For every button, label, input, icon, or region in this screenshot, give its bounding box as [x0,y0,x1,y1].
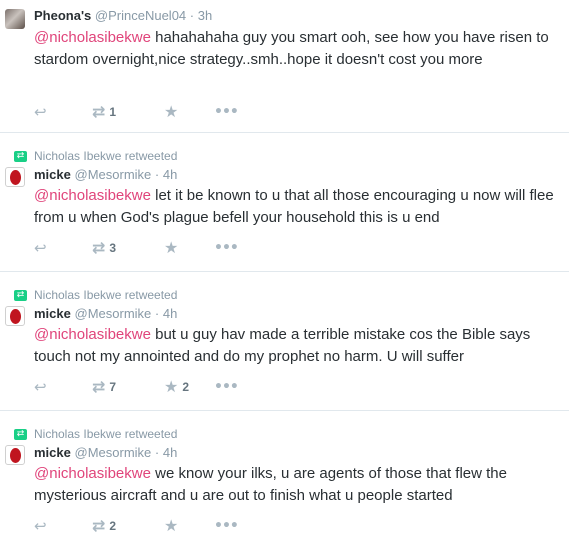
reply-icon: ↩ [34,102,47,121]
mention-link[interactable]: @nicholasibekwe [34,187,151,204]
mention-link[interactable]: @nicholasibekwe [34,29,151,46]
tweet[interactable]: ⇄ Nicholas Ibekwe retweeted micke @Mesor… [0,272,569,411]
tweet-text: @nicholasibekwe we know your ilks, u are… [34,463,559,507]
avatar[interactable] [5,306,25,326]
retweet-icon: ⇄ [92,238,106,257]
mention-link[interactable]: @nicholasibekwe [34,326,151,343]
separator-dot: · [189,8,195,23]
tweet-actions: ↩ ⇄ 7 ★ 2 ••• [34,377,239,396]
tweet-text: @nicholasibekwe but u guy hav made a ter… [34,324,559,368]
retweet-button[interactable]: ⇄ 1 [92,102,164,121]
fullname[interactable]: Pheona's [34,8,91,23]
retweet-icon: ⇄ [92,516,106,535]
tweet-text: @nicholasibekwe let it be known to u tha… [34,185,559,229]
tweet-actions: ↩ ⇄ 2 ★ ••• [34,516,239,535]
fullname[interactable]: micke [34,167,71,182]
more-button[interactable]: ••• [214,517,239,534]
more-button[interactable]: ••• [214,239,239,256]
more-icon: ••• [214,517,239,534]
retweet-button[interactable]: ⇄ 2 [92,516,164,535]
star-icon: ★ [164,238,179,257]
tweet-header: micke @Mesormike · 4h [34,306,177,321]
fullname[interactable]: micke [34,445,71,460]
retweet-badge-icon: ⇄ [14,150,27,162]
username[interactable]: @Mesormike [75,306,152,321]
retweet-context: ⇄ Nicholas Ibekwe retweeted [14,149,177,163]
reply-icon: ↩ [34,516,47,535]
separator-dot: · [154,167,160,182]
reply-button[interactable]: ↩ [34,378,92,396]
more-button[interactable]: ••• [214,103,239,120]
retweet-count: 7 [109,379,117,394]
tweet[interactable]: ⇄ Nicholas Ibekwe retweeted micke @Mesor… [0,133,569,272]
tweet[interactable]: Pheona's @PrinceNuel04 · 3h @nicholasibe… [0,0,569,133]
tweet-header: micke @Mesormike · 4h [34,445,177,460]
timestamp[interactable]: 3h [198,8,212,23]
favorite-count: 2 [182,379,190,394]
reply-button[interactable]: ↩ [34,239,92,257]
favorite-button[interactable]: ★ 2 [164,377,214,396]
favorite-button[interactable]: ★ [164,102,214,121]
fullname[interactable]: micke [34,306,71,321]
retweet-count: 1 [109,104,117,119]
retweet-badge-icon: ⇄ [14,428,27,440]
avatar[interactable] [5,167,25,187]
more-icon: ••• [214,378,239,395]
username[interactable]: @PrinceNuel04 [95,8,186,23]
mention-link[interactable]: @nicholasibekwe [34,465,151,482]
username[interactable]: @Mesormike [75,167,152,182]
star-icon: ★ [164,102,179,121]
retweet-button[interactable]: ⇄ 3 [92,238,164,257]
retweet-icon: ⇄ [92,102,106,121]
reply-button[interactable]: ↩ [34,517,92,535]
favorite-button[interactable]: ★ [164,238,214,257]
separator-dot: · [154,445,160,460]
avatar-logo [9,308,21,324]
username[interactable]: @Mesormike [75,445,152,460]
favorite-button[interactable]: ★ [164,516,214,535]
tweet[interactable]: ⇄ Nicholas Ibekwe retweeted micke @Mesor… [0,411,569,549]
star-icon: ★ [164,377,179,396]
reply-button[interactable]: ↩ [34,103,92,121]
reply-icon: ↩ [34,238,47,257]
tweet-actions: ↩ ⇄ 1 ★ ••• [34,102,239,121]
timestamp[interactable]: 4h [163,167,177,182]
tweet-actions: ↩ ⇄ 3 ★ ••• [34,238,239,257]
retweet-context: ⇄ Nicholas Ibekwe retweeted [14,288,177,302]
tweet-header: Pheona's @PrinceNuel04 · 3h [34,8,212,23]
retweet-context: ⇄ Nicholas Ibekwe retweeted [14,427,177,441]
retweeted-by-label[interactable]: Nicholas Ibekwe retweeted [34,288,177,302]
star-icon: ★ [164,516,179,535]
avatar[interactable] [5,9,25,29]
avatar[interactable] [5,445,25,465]
retweet-icon: ⇄ [92,377,106,396]
timestamp[interactable]: 4h [163,445,177,460]
tweet-text: @nicholasibekwe hahahahaha guy you smart… [34,27,559,71]
timestamp[interactable]: 4h [163,306,177,321]
reply-icon: ↩ [34,377,47,396]
retweet-count: 2 [109,518,117,533]
retweeted-by-label[interactable]: Nicholas Ibekwe retweeted [34,427,177,441]
avatar-logo [9,447,21,463]
more-icon: ••• [214,103,239,120]
more-button[interactable]: ••• [214,378,239,395]
retweeted-by-label[interactable]: Nicholas Ibekwe retweeted [34,149,177,163]
retweet-button[interactable]: ⇄ 7 [92,377,164,396]
retweet-badge-icon: ⇄ [14,289,27,301]
tweet-header: micke @Mesormike · 4h [34,167,177,182]
more-icon: ••• [214,239,239,256]
avatar-logo [9,169,21,185]
retweet-count: 3 [109,240,117,255]
separator-dot: · [154,306,160,321]
